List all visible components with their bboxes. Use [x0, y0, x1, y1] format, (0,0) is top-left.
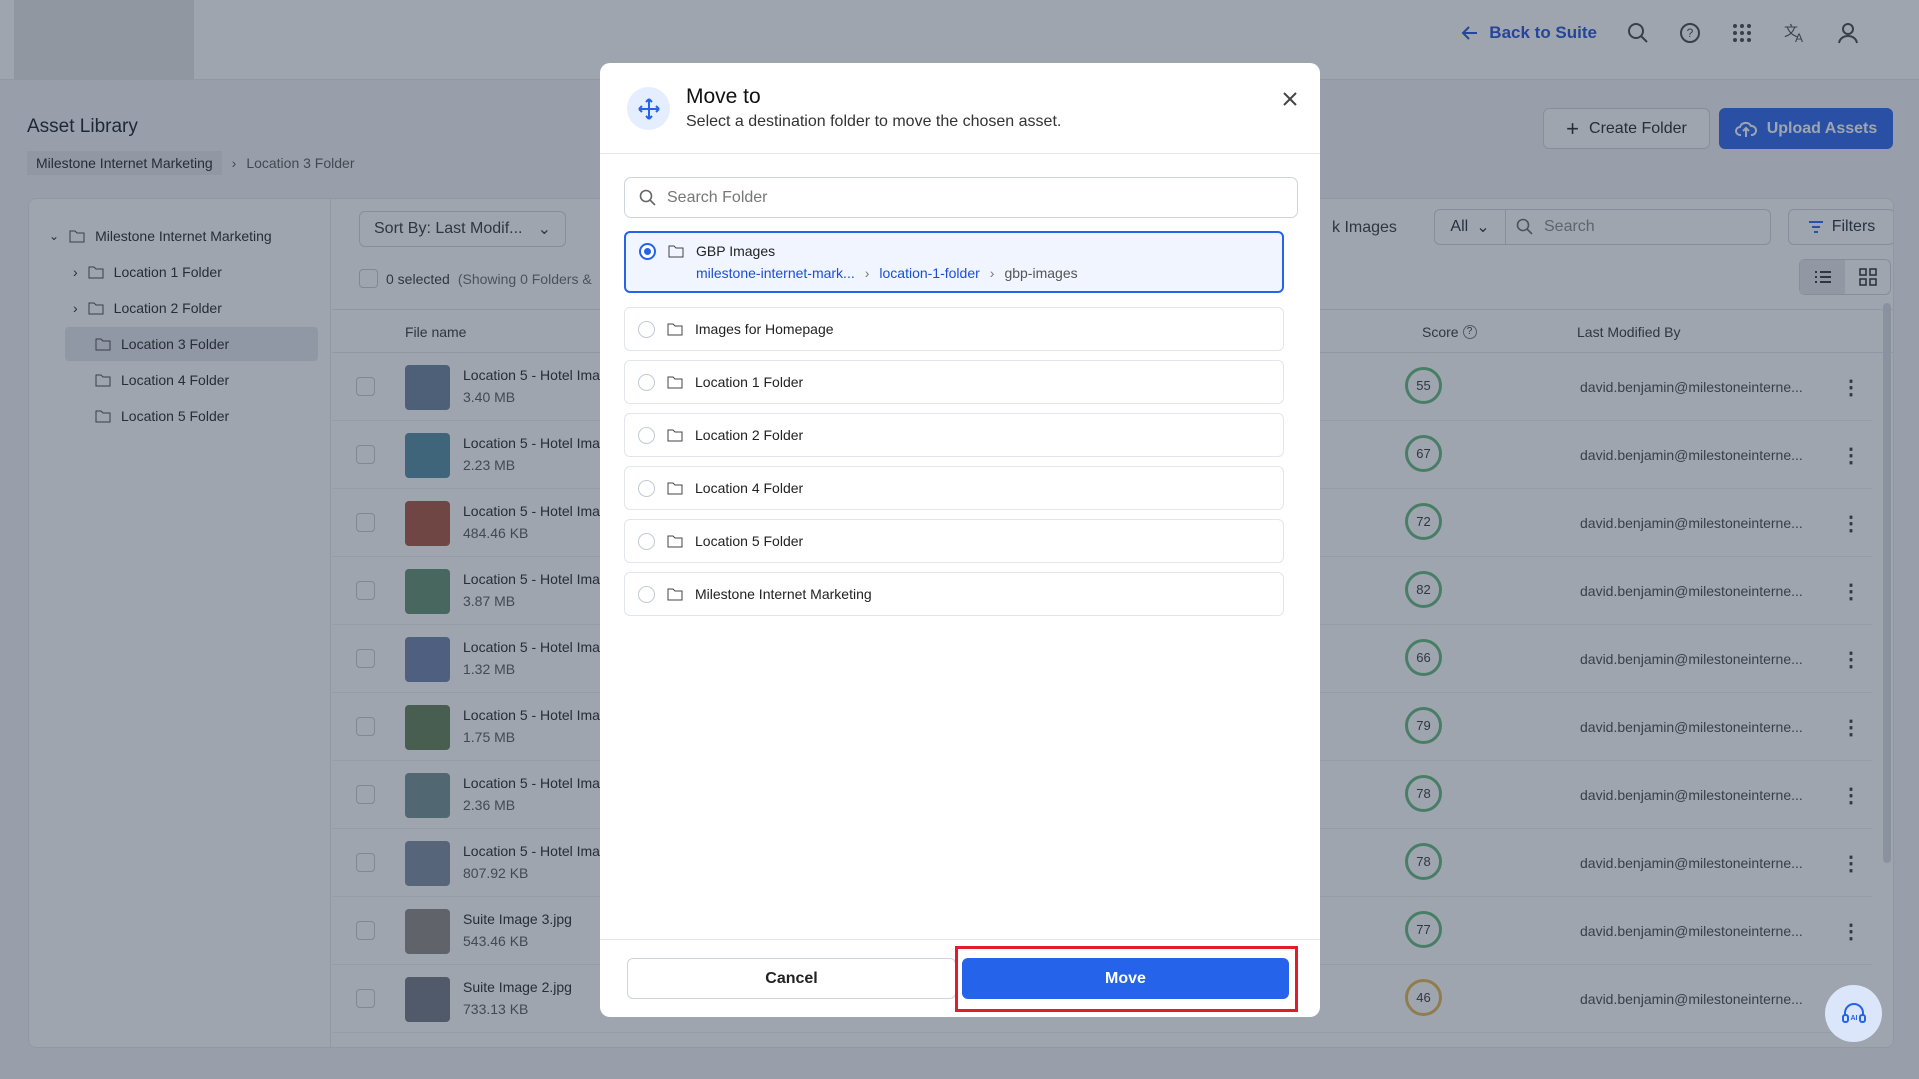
- folder-option-label: Location 2 Folder: [695, 427, 804, 443]
- folder-option[interactable]: Location 5 Folder: [624, 519, 1284, 563]
- highlight-box: [955, 946, 1298, 1012]
- headset-icon: AI: [1841, 1002, 1866, 1023]
- divider: [600, 939, 1320, 940]
- dialog-subtitle: Select a destination folder to move the …: [686, 113, 1062, 130]
- cancel-button[interactable]: Cancel: [627, 958, 956, 999]
- folder-option[interactable]: Location 1 Folder: [624, 360, 1284, 404]
- radio-button[interactable]: [638, 479, 655, 497]
- folder-icon: [668, 245, 684, 258]
- chevron-right-icon: ›: [989, 265, 995, 281]
- folder-option-label: Location 1 Folder: [695, 374, 804, 390]
- folder-option-label: Images for Homepage: [695, 321, 834, 337]
- folder-icon: [667, 535, 683, 548]
- folder-icon: [667, 588, 683, 601]
- path-segment[interactable]: location-1-folder: [879, 265, 979, 281]
- folder-icon: [667, 429, 683, 442]
- svg-text:AI: AI: [1850, 1015, 1857, 1022]
- close-icon[interactable]: [1282, 91, 1298, 107]
- path-segment: gbp-images: [1004, 265, 1078, 281]
- radio-button[interactable]: [638, 532, 655, 550]
- radio-button[interactable]: [638, 373, 655, 391]
- search-icon: [639, 189, 656, 206]
- folder-option[interactable]: Location 2 Folder: [624, 413, 1284, 457]
- folder-option[interactable]: Images for Homepage: [624, 307, 1284, 351]
- folder-search-input[interactable]: Search Folder: [624, 177, 1298, 218]
- divider: [600, 153, 1320, 154]
- folder-option-gbp-images[interactable]: GBP Images milestone-internet-mark... › …: [624, 231, 1284, 293]
- folder-icon: [667, 482, 683, 495]
- radio-button[interactable]: [638, 585, 655, 603]
- radio-button[interactable]: [638, 320, 655, 338]
- folder-search-placeholder: Search Folder: [667, 188, 768, 206]
- chevron-right-icon: ›: [864, 265, 870, 281]
- move-icon: [627, 87, 670, 130]
- folder-icon: [667, 376, 683, 389]
- dialog-title: Move to: [686, 85, 761, 108]
- folder-option-label: Location 5 Folder: [695, 533, 804, 549]
- folder-option-label: Milestone Internet Marketing: [695, 586, 872, 602]
- folder-option-content: GBP Images milestone-internet-mark... › …: [696, 243, 1078, 281]
- folder-path: milestone-internet-mark... › location-1-…: [696, 265, 1078, 281]
- move-to-dialog: Move to Select a destination folder to m…: [600, 63, 1320, 1017]
- folder-option-label: GBP Images: [696, 243, 776, 259]
- radio-selected[interactable]: [639, 243, 656, 260]
- folder-option-label: Location 4 Folder: [695, 480, 804, 496]
- radio-button[interactable]: [638, 426, 655, 444]
- folder-option[interactable]: Milestone Internet Marketing: [624, 572, 1284, 616]
- folder-icon: [667, 323, 683, 336]
- folder-option[interactable]: Location 4 Folder: [624, 466, 1284, 510]
- ai-assistant-button[interactable]: AI: [1825, 985, 1882, 1042]
- path-segment[interactable]: milestone-internet-mark...: [696, 265, 855, 281]
